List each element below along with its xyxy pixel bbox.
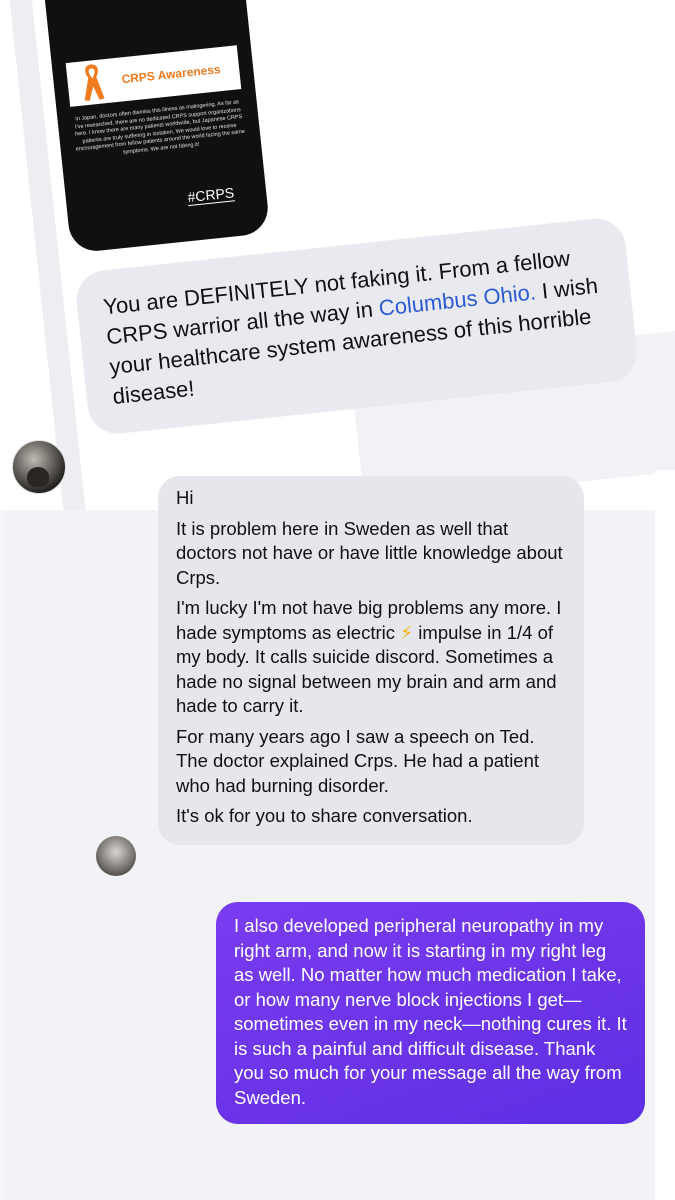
outgoing-message-text: I also developed peripheral neuropathy i… (234, 915, 627, 1108)
left-edge-strip (0, 510, 4, 1200)
crps-awareness-image[interactable]: CRPS Awareness In Japan, doctors often d… (38, 0, 271, 254)
avatar[interactable] (12, 440, 66, 494)
incoming-line-sweden: It is problem here in Sweden as well tha… (176, 517, 563, 588)
sender-avatar[interactable] (96, 836, 136, 876)
awareness-ribbon-icon (84, 64, 105, 101)
tilted-screenshot: CRPS Awareness In Japan, doctors often d… (0, 0, 675, 520)
shared-post-region: CRPS Awareness In Japan, doctors often d… (0, 0, 675, 520)
incoming-line-greeting: Hi (176, 487, 194, 508)
incoming-message-bubble[interactable]: Hi It is problem here in Sweden as well … (158, 476, 584, 845)
incoming-line-ted: For many years ago I saw a speech on Ted… (176, 725, 540, 796)
right-edge-strip (655, 470, 675, 1200)
awareness-banner: CRPS Awareness (65, 45, 242, 107)
incoming-line-share: It's ok for you to share conversation. (176, 805, 473, 826)
awareness-body-text: In Japan, doctors often dismiss this ill… (74, 99, 246, 156)
awareness-title: CRPS Awareness (120, 61, 222, 86)
crps-hashtag: #CRPS (186, 184, 236, 207)
lightning-icon: ⚡ (400, 621, 414, 643)
outgoing-message-bubble[interactable]: I also developed peripheral neuropathy i… (216, 902, 645, 1124)
incoming-line-symptoms: I'm lucky I'm not have big problems any … (176, 596, 568, 719)
